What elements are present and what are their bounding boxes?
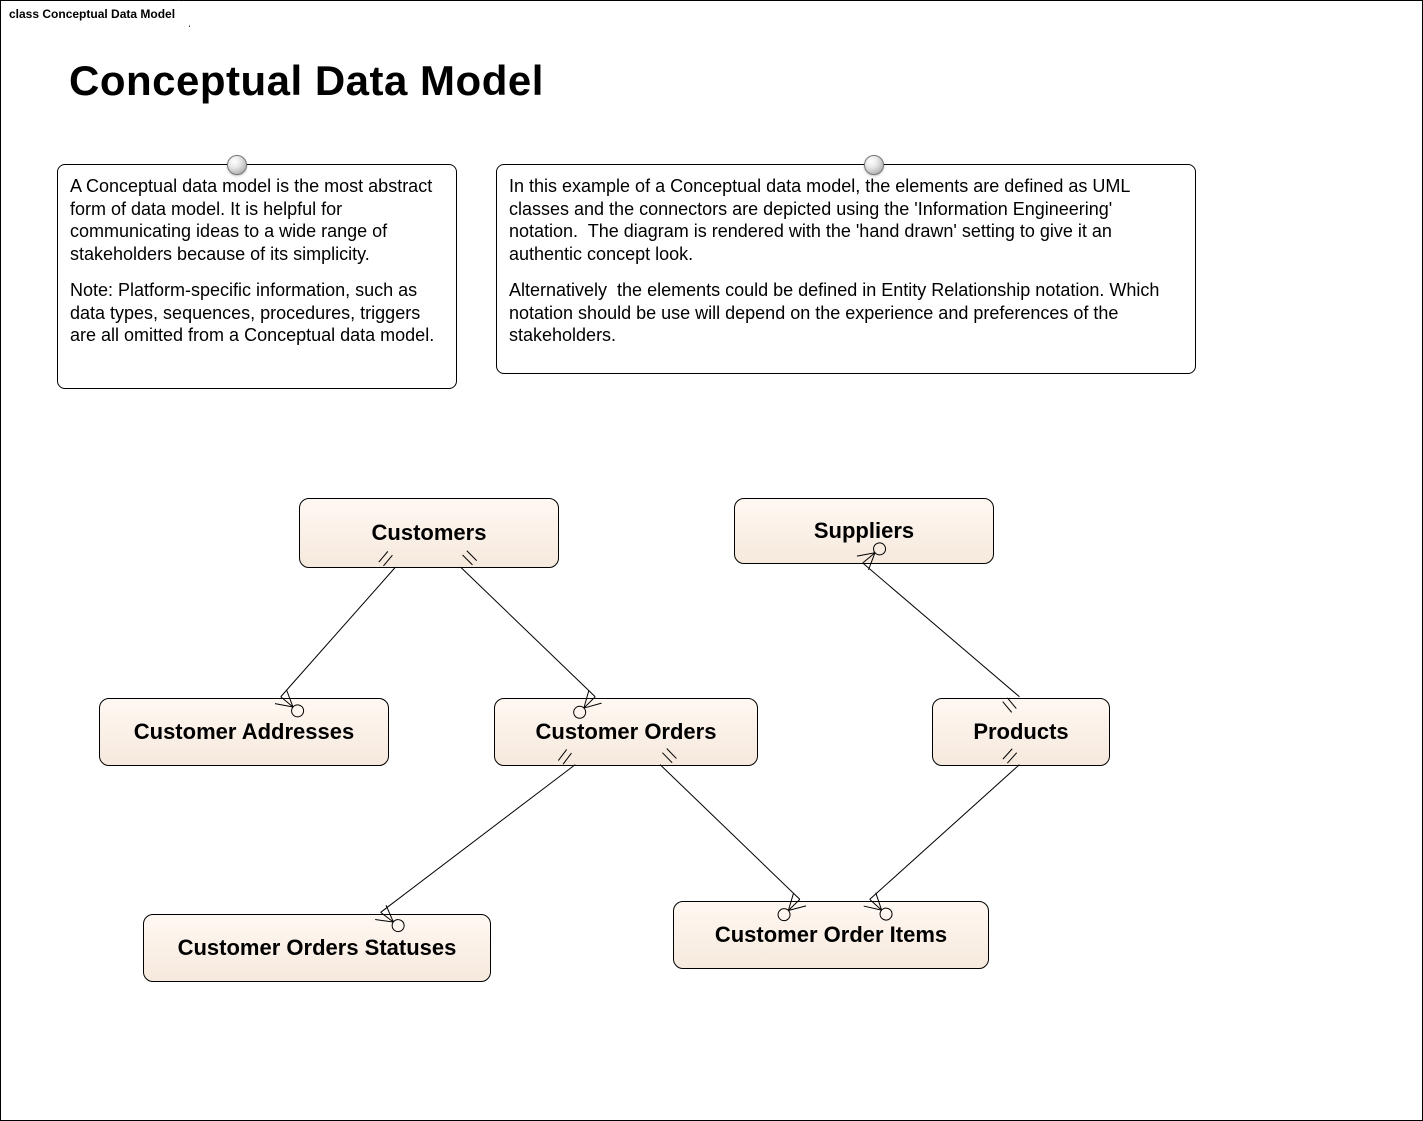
note-example: In this example of a Conceptual data mod… [496, 164, 1196, 374]
note-definition: A Conceptual data model is the most abst… [57, 164, 457, 389]
entity-customer-addresses: Customer Addresses [99, 698, 389, 766]
entity-customers: Customers [299, 498, 559, 568]
entity-products: Products [932, 698, 1110, 766]
diagram-frame: class Conceptual Data Model Conceptual D… [0, 0, 1423, 1121]
pushpin-icon [864, 155, 884, 175]
note-text: Alternatively the elements could be defi… [509, 279, 1183, 347]
entity-customer-orders: Customer Orders [494, 698, 758, 766]
diagram-title: Conceptual Data Model [69, 57, 544, 105]
entity-customer-order-items: Customer Order Items [673, 901, 989, 969]
entity-customer-orders-statuses: Customer Orders Statuses [143, 914, 491, 982]
pushpin-icon [227, 155, 247, 175]
frame-tab: class Conceptual Data Model [0, 0, 190, 27]
note-text: In this example of a Conceptual data mod… [509, 175, 1183, 265]
note-text: A Conceptual data model is the most abst… [70, 175, 444, 265]
frame-tab-label: class Conceptual Data Model [9, 7, 175, 21]
entity-suppliers: Suppliers [734, 498, 994, 564]
note-text: Note: Platform-specific information, suc… [70, 279, 444, 347]
